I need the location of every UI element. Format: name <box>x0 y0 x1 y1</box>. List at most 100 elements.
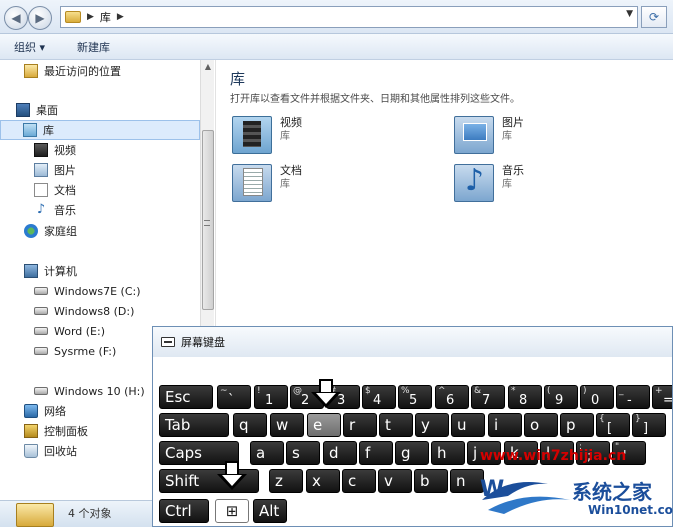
key-a[interactable]: a <box>250 441 284 465</box>
breadcrumb-chevron-icon[interactable]: ▶ <box>117 12 124 22</box>
nav-item-library[interactable]: 库 <box>0 120 200 140</box>
breadcrumb-chevron-icon[interactable]: ▶ <box>87 12 94 22</box>
library-item-pictures[interactable]: 图片 库 <box>454 116 524 154</box>
breadcrumb-library[interactable]: 库 <box>100 9 111 25</box>
key-v[interactable]: v <box>378 469 412 493</box>
key-u[interactable]: u <box>451 413 485 437</box>
nav-item-drive-e[interactable]: Word (E:) <box>34 321 105 341</box>
key-e[interactable]: e <box>307 413 341 437</box>
new-library-button[interactable]: 新建库 <box>61 39 126 55</box>
nav-item-drive-h[interactable]: Windows 10 (H:) <box>34 381 145 401</box>
drive-icon <box>34 347 48 355</box>
library-item-music[interactable]: 音乐 库 <box>454 163 524 202</box>
key-label: e <box>313 416 323 434</box>
key-r[interactable]: r <box>343 413 377 437</box>
watermark-site: Win10net.com <box>588 503 673 517</box>
drive-icon <box>34 387 48 395</box>
key-d[interactable]: d <box>323 441 357 465</box>
refresh-button[interactable]: ⟳ <box>641 6 667 28</box>
key-label: w <box>276 416 289 434</box>
nav-item-desktop[interactable]: 桌面 <box>16 100 58 120</box>
nav-item-documents[interactable]: 文档 <box>34 180 76 200</box>
key-equals[interactable]: + = <box>652 385 673 409</box>
nav-item-label: 网络 <box>44 405 66 418</box>
key-i[interactable]: i <box>488 413 522 437</box>
key-label: = <box>663 393 673 408</box>
nav-item-pictures[interactable]: 图片 <box>34 160 76 180</box>
nav-item-recent-places[interactable]: 最近访问的位置 <box>24 61 121 81</box>
key-shift-label: ) <box>583 386 587 396</box>
nav-item-drive-c[interactable]: Windows7E (C:) <box>34 281 141 301</box>
key-ctrl[interactable]: Ctrl <box>159 499 209 523</box>
item-count: 4 个对象 <box>68 507 112 520</box>
forward-arrow-icon: ▶ <box>35 11 45 25</box>
grip-icon <box>204 220 210 226</box>
nav-item-control-panel[interactable]: 控制面板 <box>24 421 88 441</box>
back-button[interactable]: ◀ <box>4 6 28 30</box>
key-s[interactable]: s <box>286 441 320 465</box>
address-dropdown-icon[interactable]: ▼ <box>626 9 633 19</box>
address-bar[interactable]: ▶ 库 ▶ ▼ <box>60 6 638 28</box>
key-x[interactable]: x <box>306 469 340 493</box>
key-7[interactable]: & 7 <box>471 385 505 409</box>
scroll-up-icon[interactable]: ▲ <box>201 60 215 74</box>
key-label: b <box>420 472 430 490</box>
organize-button[interactable]: 组织 ▾ <box>0 39 61 55</box>
key-backtick[interactable]: ~ ` <box>217 385 251 409</box>
key-y[interactable]: y <box>415 413 449 437</box>
key-label: d <box>329 444 339 462</box>
nav-item-recycle-bin[interactable]: 回收站 <box>24 441 77 461</box>
key-tab[interactable]: Tab <box>159 413 229 437</box>
key-t[interactable]: t <box>379 413 413 437</box>
key-label: y <box>421 416 430 434</box>
key-6[interactable]: ^ 6 <box>435 385 469 409</box>
library-item-documents[interactable]: 文档 库 <box>232 164 302 202</box>
nav-pane-scrollbar[interactable]: ▲ <box>200 60 214 330</box>
key-c[interactable]: c <box>342 469 376 493</box>
library-name: 视频 <box>280 116 302 129</box>
key-right-bracket[interactable]: }] <box>632 413 666 437</box>
key-z[interactable]: z <box>269 469 303 493</box>
nav-item-label: Sysrme (F:) <box>54 344 117 358</box>
key-f[interactable]: f <box>359 441 393 465</box>
nav-item-drive-d[interactable]: Windows8 (D:) <box>34 301 134 321</box>
key-label: 8 <box>519 393 528 408</box>
drive-icon <box>34 287 48 295</box>
key-p[interactable]: p <box>560 413 594 437</box>
key-h[interactable]: h <box>431 441 465 465</box>
forward-button[interactable]: ▶ <box>28 6 52 30</box>
key-label: Ctrl <box>165 502 192 520</box>
library-name: 音乐 <box>502 164 524 177</box>
osk-title-bar[interactable]: 屏幕键盘 <box>153 327 672 357</box>
key-shift-label: ~ <box>220 386 228 396</box>
key-windows[interactable]: ⊞ <box>215 499 249 523</box>
video-library-icon <box>232 116 272 154</box>
nav-item-videos[interactable]: 视频 <box>34 140 76 160</box>
key-o[interactable]: o <box>524 413 558 437</box>
key-esc[interactable]: Esc <box>159 385 213 409</box>
key-left-bracket[interactable]: {[ <box>596 413 630 437</box>
key-9[interactable]: (9 <box>544 385 578 409</box>
key-5[interactable]: % 5 <box>398 385 432 409</box>
key-4[interactable]: $4 <box>362 385 396 409</box>
nav-item-homegroup[interactable]: 家庭组 <box>24 221 77 241</box>
library-item-videos[interactable]: 视频 库 <box>232 116 302 154</box>
key-q[interactable]: q <box>233 413 267 437</box>
key-w[interactable]: w <box>270 413 304 437</box>
key-b[interactable]: b <box>414 469 448 493</box>
watermark-logo: W 系统之家 Win10net.com <box>478 470 673 527</box>
key-label: Caps <box>165 444 203 462</box>
nav-item-drive-f[interactable]: Sysrme (F:) <box>34 341 116 361</box>
key-0[interactable]: ) 0 <box>580 385 614 409</box>
key-minus[interactable]: _ - <box>616 385 650 409</box>
key-alt[interactable]: Alt <box>253 499 287 523</box>
video-icon <box>34 143 48 157</box>
nav-item-music[interactable]: ♪ 音乐 <box>34 200 76 220</box>
content-pane: 库 打开库以查看文件并根据文件夹、日期和其他属性排列这些文件。 视频 库 图片 … <box>215 60 673 330</box>
key-1[interactable]: ! 1 <box>254 385 288 409</box>
key-g[interactable]: g <box>395 441 429 465</box>
key-label: a <box>256 444 266 462</box>
nav-item-network[interactable]: 网络 <box>24 401 66 421</box>
key-8[interactable]: * 8 <box>508 385 542 409</box>
nav-item-computer[interactable]: 计算机 <box>24 261 77 281</box>
